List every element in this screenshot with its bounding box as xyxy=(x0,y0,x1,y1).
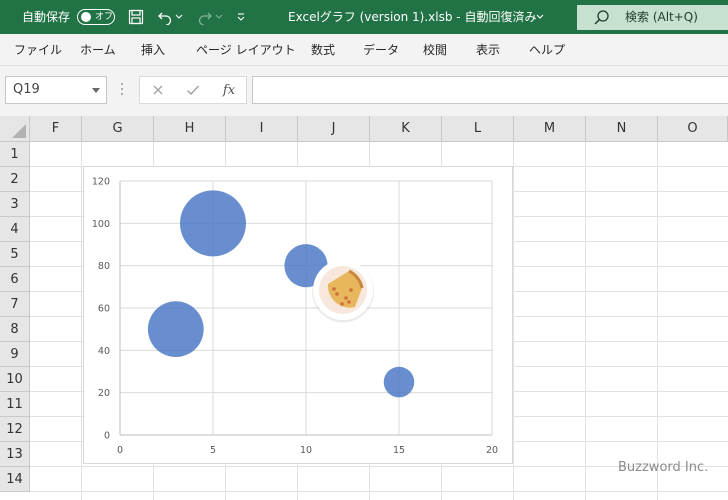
row-header-8[interactable]: 8 xyxy=(0,317,30,342)
tab-review[interactable]: 校閲 xyxy=(423,34,447,66)
formula-bar-grip-icon xyxy=(120,83,124,97)
row-header-10[interactable]: 10 xyxy=(0,367,30,392)
row-header-11[interactable]: 11 xyxy=(0,392,30,417)
file-title: Excelグラフ (version 1).xlsb - 自動回復済み xyxy=(288,10,537,24)
tab-help[interactable]: ヘルプ xyxy=(529,34,565,66)
toggle-knob xyxy=(81,12,91,22)
tab-home[interactable]: ホーム xyxy=(80,34,116,66)
search-icon xyxy=(593,9,611,27)
row-header-14[interactable]: 14 xyxy=(0,467,30,492)
pie-topping xyxy=(335,292,339,296)
formula-bar: Q19 fx xyxy=(0,66,728,116)
tab-page-layout[interactable]: ページ レイアウト xyxy=(196,34,296,66)
x-tick-label: 10 xyxy=(300,445,312,456)
column-header-g[interactable]: G xyxy=(82,116,154,142)
column-header-j[interactable]: J xyxy=(298,116,370,142)
column-header-m[interactable]: M xyxy=(514,116,586,142)
autosave-label: 自動保存 xyxy=(22,10,71,24)
pie-topping xyxy=(340,302,344,306)
undo-icon[interactable] xyxy=(156,8,174,26)
tab-view[interactable]: 表示 xyxy=(476,34,500,66)
y-tick-label: 20 xyxy=(98,388,110,399)
y-tick-label: 40 xyxy=(98,346,110,357)
row-header-5[interactable]: 5 xyxy=(0,242,30,267)
autosave-toggle[interactable]: オフ xyxy=(77,9,115,25)
row-header-3[interactable]: 3 xyxy=(0,192,30,217)
column-header-o[interactable]: O xyxy=(658,116,728,142)
tab-formulas[interactable]: 数式 xyxy=(311,34,335,66)
x-tick-label: 20 xyxy=(486,445,498,456)
row-header-7[interactable]: 7 xyxy=(0,292,30,317)
y-tick-label: 80 xyxy=(98,261,110,272)
customize-toolbar-icon[interactable] xyxy=(234,8,248,26)
select-all-corner[interactable] xyxy=(0,116,30,142)
row-header-12[interactable]: 12 xyxy=(0,417,30,442)
chart-plot: 0 20 40 60 80 100 120 0 5 10 15 20 xyxy=(92,177,498,457)
row-header-6[interactable]: 6 xyxy=(0,267,30,292)
y-tick-label: 60 xyxy=(98,304,110,315)
bubble xyxy=(383,366,415,398)
redo-icon[interactable] xyxy=(196,8,214,26)
bubble-chart[interactable]: 0 20 40 60 80 100 120 0 5 10 15 20 xyxy=(83,166,513,464)
autosave-state: オフ xyxy=(95,12,114,22)
y-tick-label: 100 xyxy=(92,219,110,230)
name-box[interactable]: Q19 xyxy=(5,76,107,104)
row-header-2[interactable]: 2 xyxy=(0,167,30,192)
column-header-k[interactable]: K xyxy=(370,116,442,142)
enter-check-icon[interactable] xyxy=(178,77,208,103)
tab-insert[interactable]: 挿入 xyxy=(141,34,165,66)
title-bar: 自動保存 オフ Excelグラフ (version 1).xlsb - 自動回復… xyxy=(0,0,728,34)
search-box[interactable]: 検索 (Alt+Q) xyxy=(577,5,728,30)
x-tick-label: 0 xyxy=(117,445,123,456)
pie-topping xyxy=(349,288,353,292)
cancel-icon[interactable] xyxy=(143,77,173,103)
y-tick-label: 120 xyxy=(92,177,110,188)
row-header-4[interactable]: 4 xyxy=(0,217,30,242)
search-label: 検索 (Alt+Q) xyxy=(625,10,698,24)
watermark: Buzzword Inc. xyxy=(618,460,709,475)
x-tick-label: 15 xyxy=(393,445,405,456)
redo-dropdown-icon[interactable] xyxy=(214,8,224,26)
undo-dropdown-icon[interactable] xyxy=(174,8,184,26)
ribbon-tabs: ファイル ホーム 挿入 ページ レイアウト 数式 データ 校閲 表示 ヘルプ xyxy=(0,34,728,66)
tab-data[interactable]: データ xyxy=(363,34,399,66)
name-box-dropdown-icon[interactable] xyxy=(92,88,100,93)
column-header-f[interactable]: F xyxy=(30,116,82,142)
bubble xyxy=(180,190,246,257)
column-header-l[interactable]: L xyxy=(442,116,514,142)
title-dropdown-icon[interactable] xyxy=(534,8,546,26)
row-header-9[interactable]: 9 xyxy=(0,342,30,367)
pie-topping xyxy=(347,300,351,304)
x-tick-label: 5 xyxy=(210,445,216,456)
insert-function-icon[interactable]: fx xyxy=(214,77,244,103)
y-tick-label: 0 xyxy=(104,431,110,442)
pie-topping xyxy=(344,296,348,300)
formula-buttons: fx xyxy=(139,76,247,104)
pie-topping xyxy=(332,287,336,291)
name-box-value: Q19 xyxy=(13,82,40,97)
bubble xyxy=(147,301,204,358)
row-header-1[interactable]: 1 xyxy=(0,142,30,167)
column-header-i[interactable]: I xyxy=(226,116,298,142)
column-header-h[interactable]: H xyxy=(154,116,226,142)
save-icon[interactable] xyxy=(127,8,145,26)
column-header-n[interactable]: N xyxy=(586,116,658,142)
formula-input[interactable] xyxy=(252,76,728,104)
row-header-13[interactable]: 13 xyxy=(0,442,30,467)
tab-file[interactable]: ファイル xyxy=(14,34,62,66)
